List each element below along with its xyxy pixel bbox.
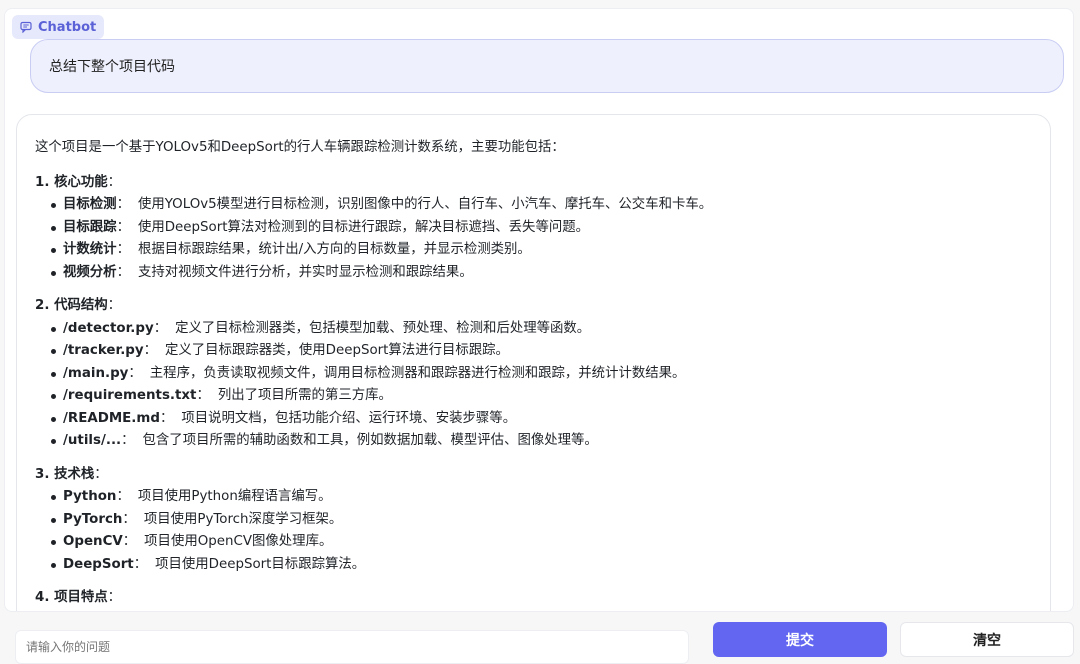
list-item: /README.md： 项目说明文档，包括功能介绍、运行环境、安装步骤等。 [49, 408, 1032, 431]
list-item-text: 项目说明文档，包括功能介绍、运行环境、安装步骤等。 [181, 410, 517, 426]
list-item-key: 计数统计 [63, 242, 117, 257]
bot-section: 1. 核心功能： 目标检测： 使用YOLOv5模型进行目标检测，识别图像中的行人、自… [35, 172, 1032, 285]
bot-section: 2. 代码结构： /detector.py： 定义了目标检测器类，包括模型加载、预处… [35, 295, 1032, 453]
section-title: 1. 核心功能： [35, 174, 122, 190]
list-item: 计数统计： 根据目标跟踪结果，统计出/入方向的目标数量，并显示检测类别。 [49, 239, 1032, 262]
section-title-text: 2. 代码结构 [35, 298, 108, 313]
list-item: /tracker.py： 定义了目标跟踪器类，使用DeepSort算法进行目标跟踪… [49, 340, 1032, 363]
list-item-key: /main.py [63, 365, 129, 381]
bot-section: 3. 技术栈： Python： 项目使用Python编程语言编写。 PyTorch：项… [35, 464, 1032, 577]
list-item: 视频分析： 支持对视频文件进行分析，并实时显示检测和跟踪结果。 [49, 262, 1032, 285]
list-item: /utils/...： 包含了项目所需的辅助函数和工具，例如数据加载、模型评估、图… [49, 430, 1032, 453]
user-message-text: 总结下整个项目代码 [49, 59, 175, 75]
list-item-key: 视频分析 [63, 264, 117, 280]
list-item-key: /requirements.txt [63, 388, 197, 403]
section-list: /detector.py： 定义了目标检测器类，包括模型加载、预处理、检测和后处理… [35, 318, 1032, 453]
clear-button[interactable]: 清空 [900, 622, 1074, 657]
list-item-key: Python [63, 489, 117, 504]
list-item-text: 项目使用DeepSort目标跟踪算法。 [155, 556, 366, 572]
list-item: /main.py： 主程序，负责读取视频文件，调用目标检测器和跟踪器进行检测和跟踪… [49, 363, 1032, 386]
list-item-key: /README.md [63, 410, 160, 426]
bot-section: 4. 项目特点： [35, 587, 1032, 610]
list-item: /detector.py： 定义了目标检测器类，包括模型加载、预处理、检测和后处理… [49, 318, 1032, 341]
list-item-text: 项目使用Python编程语言编写。 [137, 489, 332, 504]
chat-icon [20, 21, 32, 33]
list-item: /requirements.txt： 列出了项目所需的第三方库。 [49, 385, 1032, 408]
section-list: Python： 项目使用Python编程语言编写。 PyTorch： 项目使用PyTo… [35, 486, 1032, 576]
list-item: Python： 项目使用Python编程语言编写。 [49, 486, 1032, 509]
submit-button[interactable]: 提交 [713, 622, 887, 657]
list-item-text: 支持对视频文件进行分析，并实时显示检测和跟踪结果。 [137, 264, 473, 280]
list-item-key: /utils/... [63, 433, 122, 448]
list-item-key: 目标检测 [63, 197, 117, 212]
list-item-key: 目标跟踪 [63, 219, 117, 235]
section-title: 2. 代码结构： [35, 298, 122, 313]
list-item: OpenCV： 项目使用OpenCV图像处理库。 [49, 531, 1032, 554]
section-title: 3. 技术栈： [35, 466, 108, 482]
section-list: 目标检测： 使用YOLOv5模型进行目标检测，识别图像中的行人、自行车、小汽车、摩… [35, 194, 1032, 284]
list-item-key: PyTorch [63, 511, 123, 527]
list-item-text: 定义了目标跟踪器类，使用DeepSort算法进行目标跟踪。 [164, 343, 509, 358]
list-item-text: 根据目标跟踪结果，统计出/入方向的目标数量，并显示检测类别。 [137, 242, 531, 257]
list-item-key: OpenCV [63, 534, 123, 549]
bot-sections: 1. 核心功能： 目标检测： 使用YOLOv5模型进行目标检测，识别图像中的行人、自… [35, 172, 1032, 610]
chat-panel: Chatbot 总结下整个项目代码 这个项目是一个基于YOLOv5和DeepSo… [4, 8, 1074, 612]
list-item-key: /detector.py [63, 320, 154, 336]
user-message: 总结下整个项目代码 [30, 39, 1064, 93]
bot-message: 这个项目是一个基于YOLOv5和DeepSort的行人车辆跟踪检测计数系统，主要… [16, 114, 1051, 611]
chatbot-label-text: Chatbot [38, 19, 97, 35]
list-item-text: 项目使用PyTorch深度学习框架。 [143, 511, 343, 527]
list-item-text: 列出了项目所需的第三方库。 [217, 388, 392, 403]
chatbot-label: Chatbot [12, 15, 105, 39]
list-item-text: 主程序，负责读取视频文件，调用目标检测器和跟踪器进行检测和跟踪，并统计计数结果。 [149, 365, 686, 381]
list-item-text: 使用YOLOv5模型进行目标检测，识别图像中的行人、自行车、小汽车、摩托车、公交… [137, 197, 713, 212]
list-item: DeepSort： 项目使用DeepSort目标跟踪算法。 [49, 554, 1032, 577]
section-title-text: 3. 技术栈 [35, 466, 95, 482]
section-title-text: 1. 核心功能 [35, 174, 108, 190]
list-item-text: 包含了项目所需的辅助函数和工具，例如数据加载、模型评估、图像处理等。 [142, 433, 598, 448]
bot-intro: 这个项目是一个基于YOLOv5和DeepSort的行人车辆跟踪检测计数系统，主要… [35, 140, 565, 155]
list-item-key: /tracker.py [63, 343, 144, 358]
list-item-text: 项目使用OpenCV图像处理库。 [144, 534, 333, 549]
list-item-text: 定义了目标检测器类，包括模型加载、预处理、检测和后处理等函数。 [175, 320, 591, 336]
section-title-text: 4. 项目特点 [35, 590, 108, 605]
section-title: 4. 项目特点： [35, 590, 122, 605]
list-item: 目标检测： 使用YOLOv5模型进行目标检测，识别图像中的行人、自行车、小汽车、摩… [49, 194, 1032, 217]
list-item: 目标跟踪： 使用DeepSort算法对检测到的目标进行跟踪，解决目标遮挡、丢失等问… [49, 217, 1032, 240]
list-item: PyTorch： 项目使用PyTorch深度学习框架。 [49, 509, 1032, 532]
list-item-key: DeepSort [63, 556, 134, 572]
list-item-text: 使用DeepSort算法对检测到的目标进行跟踪，解决目标遮挡、丢失等问题。 [137, 219, 590, 235]
